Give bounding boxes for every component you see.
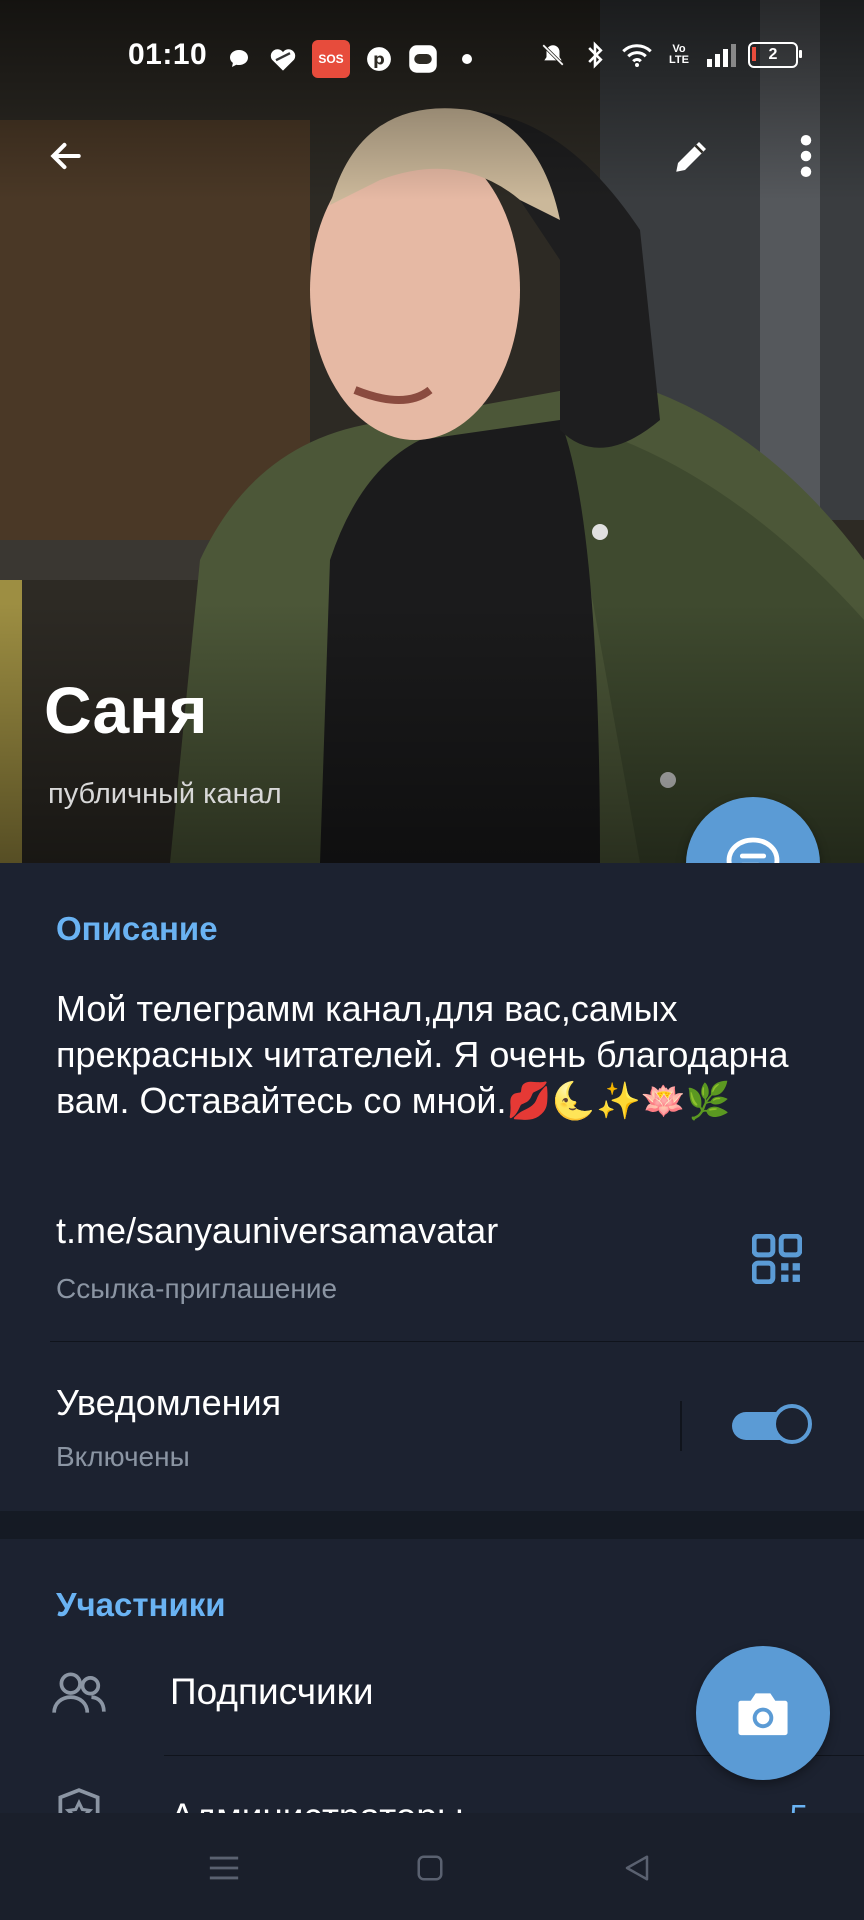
wifi-icon bbox=[622, 40, 652, 70]
mute-icon bbox=[538, 40, 568, 70]
channel-type: публичный канал bbox=[48, 778, 282, 810]
system-navigation-bar bbox=[0, 1813, 864, 1920]
members-section-title: Участники bbox=[56, 1586, 226, 1623]
invite-link[interactable]: t.me/sanyauniversamavatar bbox=[56, 1210, 498, 1252]
arrow-left-icon bbox=[50, 142, 81, 170]
app-icon bbox=[408, 44, 438, 74]
notifications-label[interactable]: Уведомления bbox=[56, 1382, 281, 1424]
bluetooth-icon bbox=[580, 40, 610, 70]
back-nav-button[interactable] bbox=[612, 1843, 662, 1893]
heart-icon bbox=[268, 44, 298, 74]
svg-text:p: p bbox=[373, 49, 385, 68]
recent-apps-button[interactable] bbox=[199, 1843, 249, 1893]
administrators-count: 5 bbox=[790, 1798, 808, 1813]
invite-link-hint: Ссылка-приглашение bbox=[56, 1273, 338, 1304]
camera-icon bbox=[738, 1693, 788, 1736]
status-time: 01:10 bbox=[128, 38, 208, 71]
divider bbox=[50, 1341, 864, 1342]
battery-level: 2 bbox=[768, 46, 778, 63]
back-button[interactable] bbox=[36, 126, 96, 186]
info-section-title: Описание bbox=[56, 910, 218, 947]
administrators-label: Администраторы bbox=[170, 1796, 464, 1813]
sos-icon: SOS bbox=[312, 40, 350, 78]
pencil-icon bbox=[676, 142, 706, 172]
section-gap bbox=[0, 1511, 864, 1539]
channel-description: Мой телеграмм канал,для вас,самых прекра… bbox=[56, 988, 789, 1121]
camera-button[interactable] bbox=[696, 1646, 830, 1780]
channel-name: Саня bbox=[44, 673, 208, 747]
notifications-toggle[interactable] bbox=[732, 1404, 812, 1448]
more-options-button[interactable] bbox=[776, 126, 836, 186]
edit-button[interactable] bbox=[662, 126, 722, 186]
home-button[interactable] bbox=[405, 1843, 455, 1893]
users-icon bbox=[52, 1672, 106, 1713]
dot-icon bbox=[452, 44, 482, 74]
chat-bubble-icon bbox=[224, 44, 254, 74]
square-icon bbox=[417, 1855, 443, 1881]
qr-code-icon[interactable] bbox=[752, 1234, 802, 1284]
profile-photo-header[interactable]: 01:10 SOS p Vo LTE 2 Саня публичный кана… bbox=[0, 0, 864, 863]
shield-star-icon bbox=[58, 1788, 100, 1813]
notifications-state: Включены bbox=[56, 1441, 190, 1472]
volte-icon: Vo LTE bbox=[669, 43, 689, 66]
subscribers-label: Подписчики bbox=[170, 1671, 374, 1712]
three-dots-vertical-icon bbox=[800, 135, 812, 177]
vertical-separator bbox=[680, 1401, 682, 1451]
battery-icon: 2 bbox=[748, 42, 802, 68]
pinterest-icon: p bbox=[364, 44, 394, 74]
triangle-back-icon bbox=[625, 1855, 649, 1881]
signal-icon bbox=[706, 40, 736, 70]
menu-lines-icon bbox=[209, 1856, 239, 1880]
status-bar: 01:10 SOS p Vo LTE 2 bbox=[0, 0, 864, 110]
